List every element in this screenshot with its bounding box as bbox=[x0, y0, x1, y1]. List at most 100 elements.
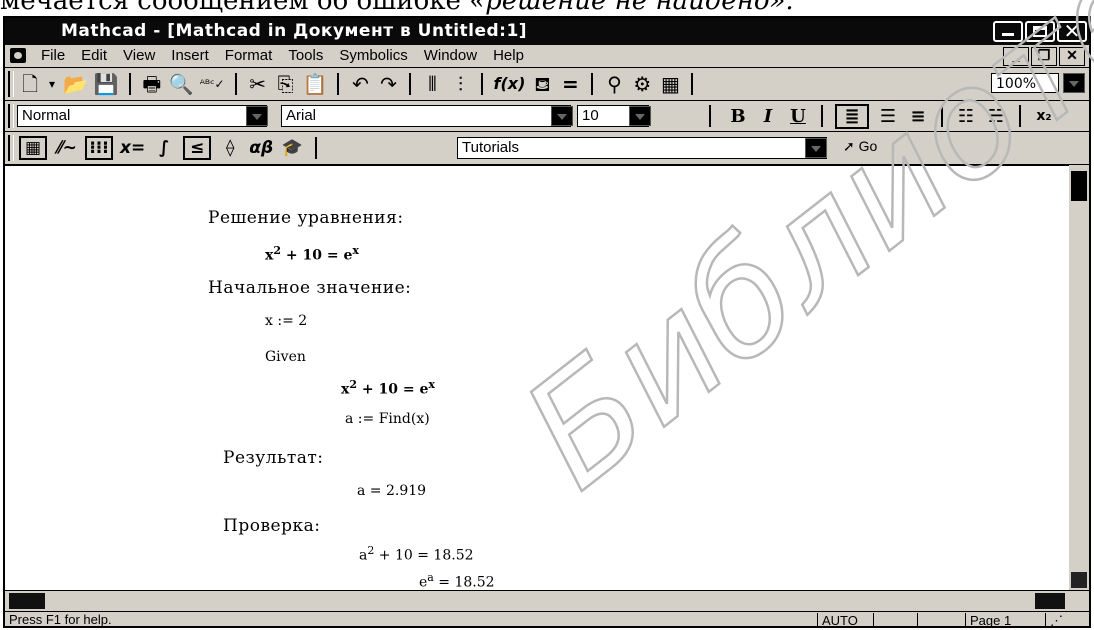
eq1-mid: + 10 = e bbox=[281, 247, 353, 264]
doc-restore-button[interactable]: ❐ bbox=[1031, 47, 1057, 66]
font-dropdown-button[interactable] bbox=[551, 106, 573, 126]
bullet-list-icon[interactable]: ☷ bbox=[955, 106, 977, 127]
go-button[interactable]: ➚ Go bbox=[843, 138, 877, 155]
boolean-toolbar-icon[interactable]: ≤ bbox=[183, 136, 212, 160]
page-top-text: мечается сообщением об ошибке «решение н… bbox=[0, 0, 1094, 16]
check-2[interactable]: ea = 18.52 bbox=[419, 571, 495, 591]
close-button[interactable]: ✕ bbox=[1057, 21, 1087, 42]
eq2-exp2: x bbox=[428, 378, 435, 391]
menu-symbolics[interactable]: Symbolics bbox=[331, 45, 415, 67]
symbolic-toolbar-icon[interactable]: 🎓 bbox=[280, 138, 304, 158]
menu-view[interactable]: View bbox=[115, 45, 163, 67]
find-expression[interactable]: a := Find(x) bbox=[345, 411, 430, 427]
title-bar[interactable]: Mathcad - [Mathcad in Документ в Untitle… bbox=[5, 18, 1089, 45]
horizontal-scrollbar[interactable] bbox=[5, 590, 1089, 611]
align-center-icon[interactable]: ☰ bbox=[877, 106, 899, 127]
minimize-button[interactable] bbox=[993, 21, 1023, 42]
align-down-icon[interactable]: ⫶ bbox=[449, 70, 471, 98]
equation-1[interactable]: x2 + 10 = ex bbox=[265, 244, 359, 264]
menu-format[interactable]: Format bbox=[217, 45, 281, 67]
calculate-icon[interactable]: = bbox=[559, 70, 581, 98]
underline-button[interactable]: U bbox=[787, 106, 809, 127]
subscript-icon[interactable]: x₂ bbox=[1033, 108, 1055, 124]
open-folder-icon[interactable]: 📂 bbox=[63, 70, 88, 98]
scroll-thumb[interactable] bbox=[1071, 171, 1087, 201]
new-document-icon[interactable]: 🗋 bbox=[19, 70, 41, 98]
dropdown-arrow-icon[interactable]: ▾ bbox=[47, 70, 57, 98]
zoom-dropdown-button[interactable] bbox=[1063, 73, 1085, 93]
font-size-dropdown-button[interactable] bbox=[629, 106, 651, 126]
spell-check-icon[interactable]: ᴬᴮᶜ✓ bbox=[200, 70, 225, 98]
scroll-down-arrow-icon[interactable] bbox=[1071, 572, 1087, 588]
result-value[interactable]: a = 2.919 bbox=[357, 483, 426, 499]
font-select[interactable]: Arial bbox=[281, 105, 571, 127]
doc-close-button[interactable]: ✕ bbox=[1059, 47, 1085, 66]
matrix-toolbar-icon[interactable]: ⁝⁝⁝ bbox=[85, 136, 113, 160]
menu-edit[interactable]: Edit bbox=[73, 45, 115, 67]
align-across-icon[interactable]: ⫴ bbox=[421, 70, 443, 98]
undo-icon[interactable]: ↶ bbox=[349, 70, 371, 98]
greek-toolbar-icon[interactable]: αβ bbox=[249, 138, 273, 158]
component-wizard-icon[interactable]: ⚙ bbox=[631, 70, 653, 98]
save-icon[interactable]: 💾 bbox=[94, 70, 119, 98]
menu-insert[interactable]: Insert bbox=[163, 45, 217, 67]
maximize-button[interactable] bbox=[1025, 21, 1055, 42]
zoom-select[interactable]: 100% bbox=[991, 73, 1059, 93]
numbered-list-icon[interactable]: ☵ bbox=[985, 106, 1007, 127]
graph-toolbar-icon[interactable]: ⫽∼ bbox=[54, 138, 78, 158]
toolbar-grip[interactable] bbox=[8, 71, 14, 97]
document-icon[interactable] bbox=[10, 48, 26, 63]
calculator-toolbar-icon[interactable]: ▦ bbox=[19, 136, 47, 160]
evaluation-toolbar-icon[interactable]: x= bbox=[120, 138, 145, 158]
redo-icon[interactable]: ↷ bbox=[377, 70, 399, 98]
scroll-right-arrow-icon[interactable] bbox=[1035, 593, 1065, 609]
menu-tools[interactable]: Tools bbox=[280, 45, 331, 67]
menu-window[interactable]: Window bbox=[416, 45, 485, 67]
align-right-icon[interactable]: ≡ bbox=[907, 106, 929, 127]
doc-minimize-button[interactable]: _ bbox=[1003, 47, 1029, 66]
resource-center-icon[interactable]: ▦ bbox=[659, 70, 681, 98]
go-arrow-icon: ➚ bbox=[843, 138, 855, 154]
menu-file[interactable]: File bbox=[33, 45, 73, 67]
toolbar-separator bbox=[591, 73, 594, 95]
insert-hyperlink-icon[interactable]: ⚲ bbox=[603, 70, 625, 98]
cut-icon[interactable]: ✂ bbox=[247, 70, 269, 98]
vertical-scrollbar[interactable] bbox=[1069, 165, 1089, 590]
tutorials-dropdown-button[interactable] bbox=[805, 138, 827, 158]
copy-icon[interactable]: ⎘ bbox=[275, 70, 297, 98]
equation-2[interactable]: x2 + 10 = ex bbox=[341, 378, 435, 398]
toolbar-grip[interactable] bbox=[8, 135, 14, 161]
given-keyword[interactable]: Given bbox=[265, 349, 306, 365]
insert-unit-icon[interactable]: ⛾ bbox=[531, 70, 553, 98]
check-1[interactable]: a2 + 10 = 18.52 bbox=[359, 544, 474, 564]
document-controls: _ ❐ ✕ bbox=[1003, 47, 1085, 66]
heading-solution: Решение уравнения: bbox=[208, 208, 404, 228]
worksheet[interactable]: Решение уравнения: x2 + 10 = ex Начально… bbox=[5, 165, 1072, 591]
bold-button[interactable]: B bbox=[727, 106, 749, 127]
tutorials-select[interactable]: Tutorials bbox=[457, 137, 827, 159]
style-dropdown-button[interactable] bbox=[246, 106, 268, 126]
print-preview-icon[interactable]: 🔍 bbox=[169, 70, 194, 98]
toolbar-separator bbox=[821, 105, 823, 127]
toolbar-separator bbox=[315, 137, 318, 159]
toolbar-separator bbox=[409, 73, 412, 95]
insert-function-icon[interactable]: f(x) bbox=[493, 70, 525, 98]
menu-bar: File Edit View Insert Format Tools Symbo… bbox=[5, 45, 1089, 68]
scroll-left-arrow-icon[interactable] bbox=[9, 593, 45, 609]
resize-grip-icon[interactable]: ⋰ bbox=[1045, 613, 1080, 626]
align-left-icon[interactable]: ≣ bbox=[835, 103, 869, 129]
assign-x[interactable]: x := 2 bbox=[265, 313, 307, 329]
italic-button[interactable]: I bbox=[757, 106, 779, 127]
style-select[interactable]: Normal bbox=[17, 105, 267, 127]
paste-icon[interactable]: 📋 bbox=[303, 70, 328, 98]
top-text-italic: «решение не найдено». bbox=[469, 0, 794, 16]
programming-toolbar-icon[interactable]: ⟠ bbox=[218, 138, 242, 158]
calculus-toolbar-icon[interactable]: ∫ bbox=[152, 138, 176, 158]
menu-help[interactable]: Help bbox=[485, 45, 532, 67]
toolbar-separator bbox=[234, 73, 237, 95]
print-icon[interactable]: 🖶 bbox=[141, 70, 163, 98]
standard-toolbar: 🗋 ▾ 📂 💾 🖶 🔍 ᴬᴮᶜ✓ ✂ ⎘ 📋 ↶ ↷ ⫴ ⫶ f(x) ⛾ = … bbox=[5, 68, 1089, 101]
formatting-toolbar: Normal Arial 10 B I U ≣ ☰ ≡ ☷ ☵ x₂ bbox=[5, 101, 1089, 132]
toolbar-grip[interactable] bbox=[8, 104, 14, 128]
toolbar-separator bbox=[691, 73, 694, 95]
